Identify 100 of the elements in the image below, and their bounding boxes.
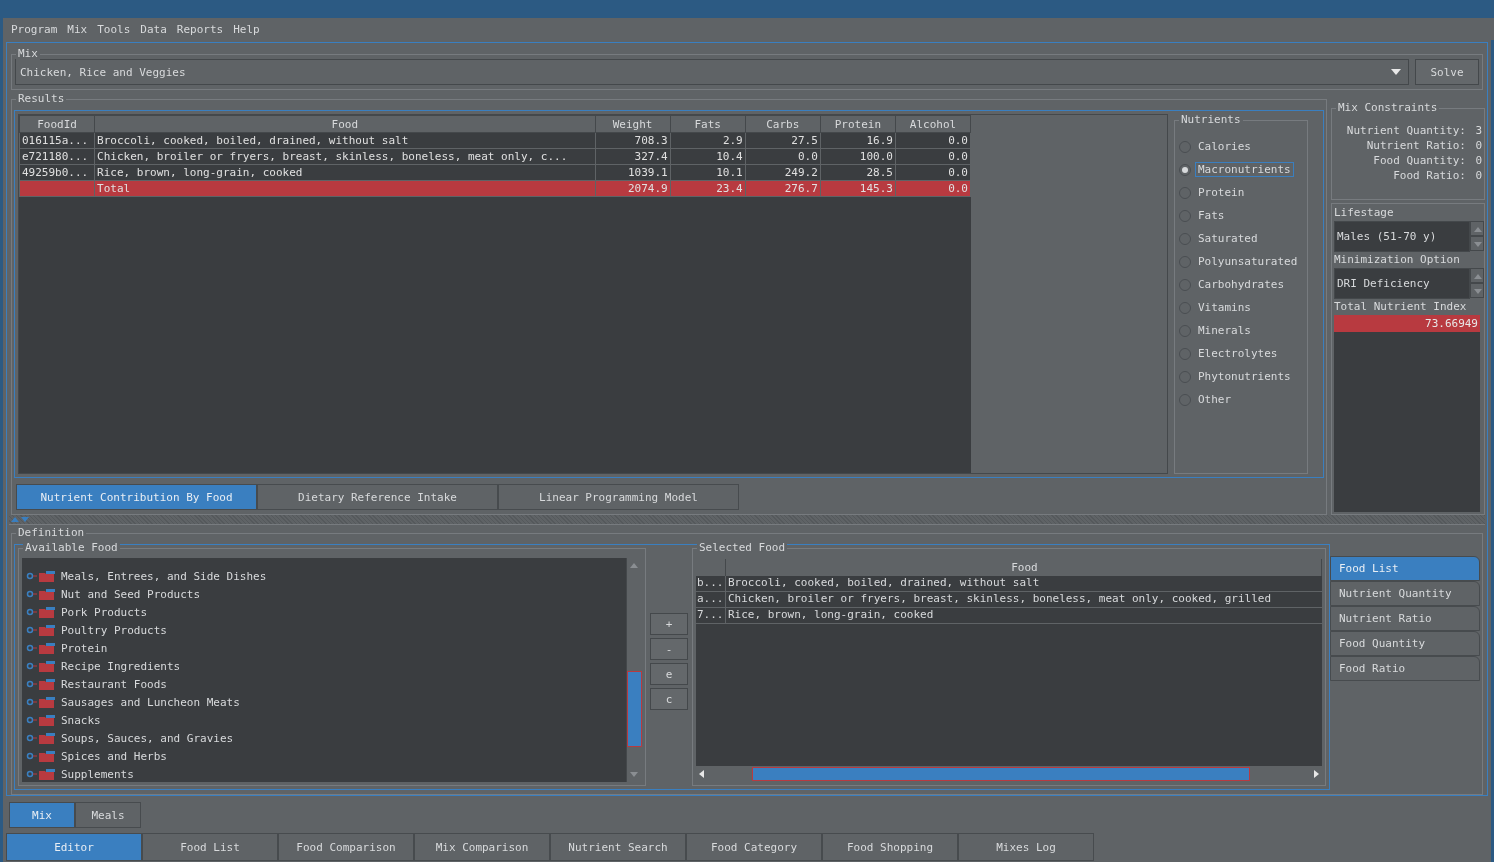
tree-item[interactable]: Meals, Entrees, and Side Dishes bbox=[61, 569, 267, 583]
radio-label[interactable]: Electrolytes bbox=[1195, 346, 1281, 361]
tab[interactable]: Food Ratio bbox=[1330, 656, 1480, 681]
tree-item[interactable]: Nut and Seed Products bbox=[61, 587, 201, 601]
radio-label[interactable]: Calories bbox=[1195, 139, 1254, 154]
radio-label[interactable]: Vitamins bbox=[1195, 300, 1254, 315]
tree-item[interactable]: Restaurant Foods bbox=[61, 677, 167, 691]
menu-item[interactable]: Mix bbox=[63, 22, 92, 36]
folder-icon bbox=[26, 767, 58, 781]
constraint-label: Nutrient Ratio: bbox=[1366, 138, 1466, 153]
list-button[interactable]: + bbox=[650, 613, 688, 635]
constraint-label: Food Quantity: bbox=[1373, 153, 1466, 168]
radio-label[interactable]: Phytonutrients bbox=[1195, 369, 1294, 384]
group-title: Results bbox=[16, 92, 67, 105]
column-header: Food bbox=[726, 559, 1322, 576]
tab[interactable]: Mix Comparison bbox=[414, 833, 550, 861]
constraint-value: 0 bbox=[1474, 168, 1482, 183]
menu-item[interactable]: Tools bbox=[93, 22, 135, 36]
menu-item[interactable]: Program bbox=[7, 22, 62, 36]
group-title: Available Food bbox=[23, 541, 120, 554]
radio-label[interactable]: Macronutrients bbox=[1195, 162, 1294, 177]
tab[interactable]: Food Category bbox=[686, 833, 822, 861]
tab[interactable]: Food Shopping bbox=[822, 833, 958, 861]
radio-label[interactable]: Protein bbox=[1195, 185, 1248, 200]
tree-item[interactable]: Supplements bbox=[61, 767, 134, 781]
tab[interactable]: Food Quantity bbox=[1330, 631, 1480, 656]
group-title: Selected Food bbox=[697, 541, 788, 554]
splitter-arrows-icon[interactable] bbox=[11, 516, 29, 523]
tab[interactable]: Editor bbox=[6, 833, 142, 861]
minimization-spinner[interactable]: DRI Deficiency bbox=[1334, 268, 1470, 299]
constraint-value: 3 bbox=[1474, 123, 1482, 138]
table-cell: 7... bbox=[696, 608, 726, 623]
menu-item[interactable]: Data bbox=[136, 22, 171, 36]
tab[interactable]: Food List bbox=[142, 833, 278, 861]
column-header: Protein bbox=[820, 115, 896, 133]
mix-dropdown[interactable]: Chicken, Rice and Veggies bbox=[15, 59, 1409, 85]
tab[interactable]: Meals bbox=[75, 802, 141, 828]
column-header: Carbs bbox=[745, 115, 821, 133]
folder-icon bbox=[26, 587, 58, 601]
table-cell: a... bbox=[696, 592, 726, 607]
index-value: 73.66949 bbox=[1334, 315, 1480, 332]
column-header: FoodId bbox=[19, 115, 95, 133]
folder-icon bbox=[26, 623, 58, 637]
tab[interactable]: Nutrient Search bbox=[550, 833, 686, 861]
column-header: Fats bbox=[670, 115, 746, 133]
tab[interactable]: Nutrient Contribution By Food bbox=[16, 484, 257, 510]
list-button[interactable]: e bbox=[650, 663, 688, 685]
folder-icon bbox=[26, 731, 58, 745]
folder-icon bbox=[26, 659, 58, 673]
list-button[interactable]: - bbox=[650, 638, 688, 660]
radio-label[interactable]: Other bbox=[1195, 392, 1235, 407]
constraint-label: Food Ratio: bbox=[1393, 168, 1466, 183]
constraint-value: 0 bbox=[1474, 138, 1482, 153]
table-cell-text: Broccoli, cooked, boiled, drained, without salt bbox=[727, 576, 1041, 591]
constraint-value: 0 bbox=[1474, 153, 1482, 168]
radio-label[interactable]: Carbohydrates bbox=[1195, 277, 1288, 292]
table-cell: b... bbox=[696, 576, 726, 591]
scrollbar-thumb[interactable] bbox=[627, 671, 642, 747]
radio-label[interactable]: Saturated bbox=[1195, 231, 1261, 246]
tree-item[interactable]: Spices and Herbs bbox=[61, 749, 167, 763]
tab[interactable]: Mixes Log bbox=[958, 833, 1094, 861]
radio-label[interactable]: Minerals bbox=[1195, 323, 1254, 338]
tab[interactable]: Food Comparison bbox=[278, 833, 414, 861]
dropdown-caret-icon bbox=[1390, 67, 1402, 77]
tab[interactable]: Linear Programming Model bbox=[498, 484, 739, 510]
field-label: Total Nutrient Index bbox=[1334, 300, 1468, 315]
tree-item[interactable]: Poultry Products bbox=[61, 623, 167, 637]
list-button[interactable]: c bbox=[650, 688, 688, 710]
group-title: Nutrients bbox=[1179, 113, 1243, 126]
scrollbar-thumb[interactable] bbox=[752, 767, 1250, 781]
tab[interactable]: Nutrient Ratio bbox=[1330, 606, 1480, 631]
folder-icon bbox=[26, 569, 58, 583]
group-title: Definition bbox=[16, 526, 87, 539]
tab[interactable]: Food List bbox=[1330, 556, 1480, 581]
menu-item[interactable]: Reports bbox=[172, 22, 228, 36]
column-header: Weight bbox=[595, 115, 671, 133]
tab[interactable]: Dietary Reference Intake bbox=[257, 484, 498, 510]
tree-item[interactable]: Snacks bbox=[61, 713, 101, 727]
tree-item[interactable]: Pork Products bbox=[61, 605, 148, 619]
radio-label[interactable]: Fats bbox=[1195, 208, 1228, 223]
folder-icon bbox=[26, 641, 58, 655]
folder-icon bbox=[26, 677, 58, 691]
tree-item[interactable]: Soups, Sauces, and Gravies bbox=[61, 731, 234, 745]
constraint-label: Nutrient Quantity: bbox=[1346, 123, 1466, 138]
table-cell-text: Chicken, broiler or fryers, breast, skinless, boneless, meat only, cooked, grilled bbox=[727, 592, 1273, 607]
lifestage-spinner[interactable]: Males (51-70 y) bbox=[1334, 221, 1470, 252]
folder-icon bbox=[26, 749, 58, 763]
folder-icon bbox=[26, 713, 58, 727]
tree-item[interactable]: Recipe Ingredients bbox=[61, 659, 181, 673]
group-title: Mix bbox=[16, 47, 40, 60]
tree-item[interactable]: Sausages and Luncheon Meats bbox=[61, 695, 240, 709]
tab[interactable]: Nutrient Quantity bbox=[1330, 581, 1480, 606]
field-label: Minimization Option bbox=[1334, 253, 1461, 268]
radio-label[interactable]: Polyunsaturated bbox=[1195, 254, 1301, 269]
tree-item[interactable]: Protein bbox=[61, 641, 108, 655]
menu-item[interactable]: Help bbox=[229, 22, 264, 36]
tab[interactable]: Mix bbox=[9, 802, 75, 828]
solve-button[interactable]: Solve bbox=[1415, 59, 1479, 85]
table-cell-text: Rice, brown, long-grain, cooked bbox=[727, 608, 935, 623]
column-header: Alcohol bbox=[895, 115, 971, 133]
